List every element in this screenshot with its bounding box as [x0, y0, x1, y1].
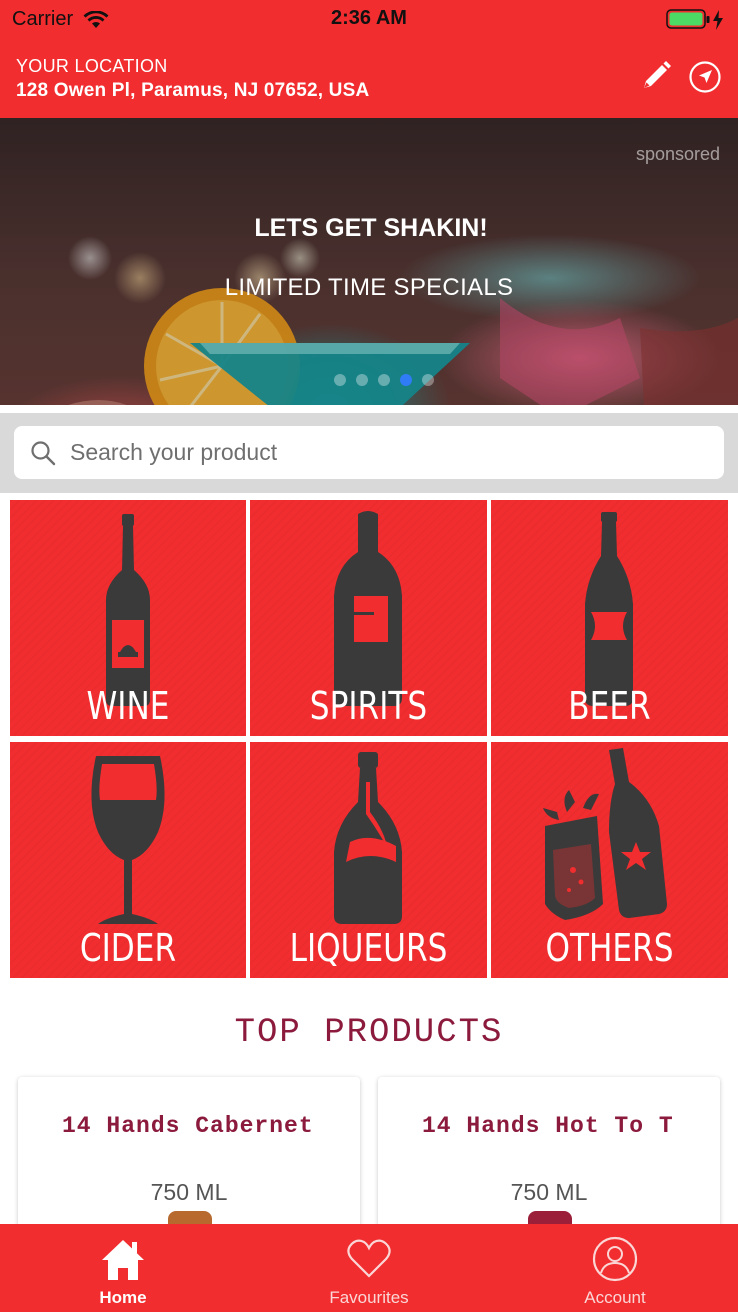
category-wine[interactable]: WINE — [10, 500, 246, 736]
battery-icon — [666, 9, 710, 29]
search-icon — [31, 440, 56, 465]
tab-favourites[interactable]: Favourites — [246, 1224, 492, 1312]
location-address[interactable]: 128 Owen Pl, Paramus, NJ 07652, USA — [16, 80, 369, 102]
battery-indicator — [666, 9, 724, 31]
category-cider[interactable]: CIDER — [10, 742, 246, 978]
carousel-dot-active[interactable] — [400, 374, 412, 386]
category-label: BEER — [568, 684, 651, 728]
home-icon — [102, 1240, 144, 1280]
pencil-icon — [644, 61, 671, 88]
product-card[interactable]: 14 Hands Hot To T 750 ML — [378, 1077, 720, 1237]
top-products-title: TOP PRODUCTS — [234, 1014, 504, 1052]
account-icon — [592, 1236, 638, 1282]
category-label: LIQUEURS — [289, 926, 448, 970]
product-card[interactable]: 14 Hands Cabernet 750 ML — [18, 1077, 360, 1237]
banner-subline: LIMITED TIME SPECIALS — [224, 274, 514, 301]
tab-account[interactable]: Account — [492, 1224, 738, 1312]
product-name: 14 Hands Hot To T — [422, 1113, 674, 1139]
banner-overlay — [0, 118, 738, 405]
edit-location-button[interactable] — [638, 58, 674, 94]
sponsored-label: sponsored — [635, 144, 720, 164]
category-beer[interactable]: BEER — [491, 500, 728, 736]
charging-bolt-icon — [713, 10, 723, 30]
location-label: YOUR LOCATION — [16, 56, 168, 76]
product-size: 750 ML — [150, 1179, 228, 1205]
carousel-dot[interactable] — [356, 374, 368, 386]
promo-banner[interactable]: sponsored LETS GET SHAKIN! LIMITED TIME … — [0, 118, 738, 405]
top-products-list: 14 Hands Cabernet 750 ML 14 Hands Hot To… — [18, 1077, 720, 1237]
heart-icon — [347, 1239, 391, 1278]
tab-home[interactable]: Home — [0, 1224, 246, 1312]
carousel-dot[interactable] — [422, 374, 434, 386]
bottom-tab-bar: Home Favourites Account — [0, 1224, 738, 1312]
category-liqueurs[interactable]: LIQUEURS — [250, 742, 487, 978]
product-name: 14 Hands Cabernet — [62, 1113, 314, 1139]
search-box[interactable] — [14, 426, 724, 479]
clock: 2:36 AM — [331, 7, 407, 29]
tab-label: Favourites — [329, 1288, 409, 1307]
category-spirits[interactable]: SPIRITS — [250, 500, 487, 736]
tab-label: Account — [584, 1288, 646, 1307]
navigation-arrow-icon — [689, 61, 721, 93]
location-header: YOUR LOCATION 128 Owen Pl, Paramus, NJ 0… — [0, 40, 738, 118]
category-label: OTHERS — [545, 926, 674, 970]
search-bar-container — [0, 413, 738, 493]
carousel-dot[interactable] — [334, 374, 346, 386]
status-bar: Carrier 2:36 AM — [0, 0, 738, 40]
search-input[interactable] — [70, 439, 670, 466]
tab-label: Home — [99, 1288, 147, 1307]
current-location-button[interactable] — [688, 60, 722, 94]
category-label: CIDER — [79, 926, 177, 970]
category-label: SPIRITS — [309, 684, 428, 728]
category-grid: WINE SPIRITS BEER CIDER LIQUEURS OTHERS — [10, 500, 728, 978]
banner-headline: LETS GET SHAKIN! — [254, 214, 488, 242]
category-others[interactable]: OTHERS — [491, 742, 728, 978]
carousel-dots — [0, 374, 738, 386]
category-label: WINE — [86, 684, 170, 728]
carousel-dot[interactable] — [378, 374, 390, 386]
product-size: 750 ML — [510, 1179, 588, 1205]
